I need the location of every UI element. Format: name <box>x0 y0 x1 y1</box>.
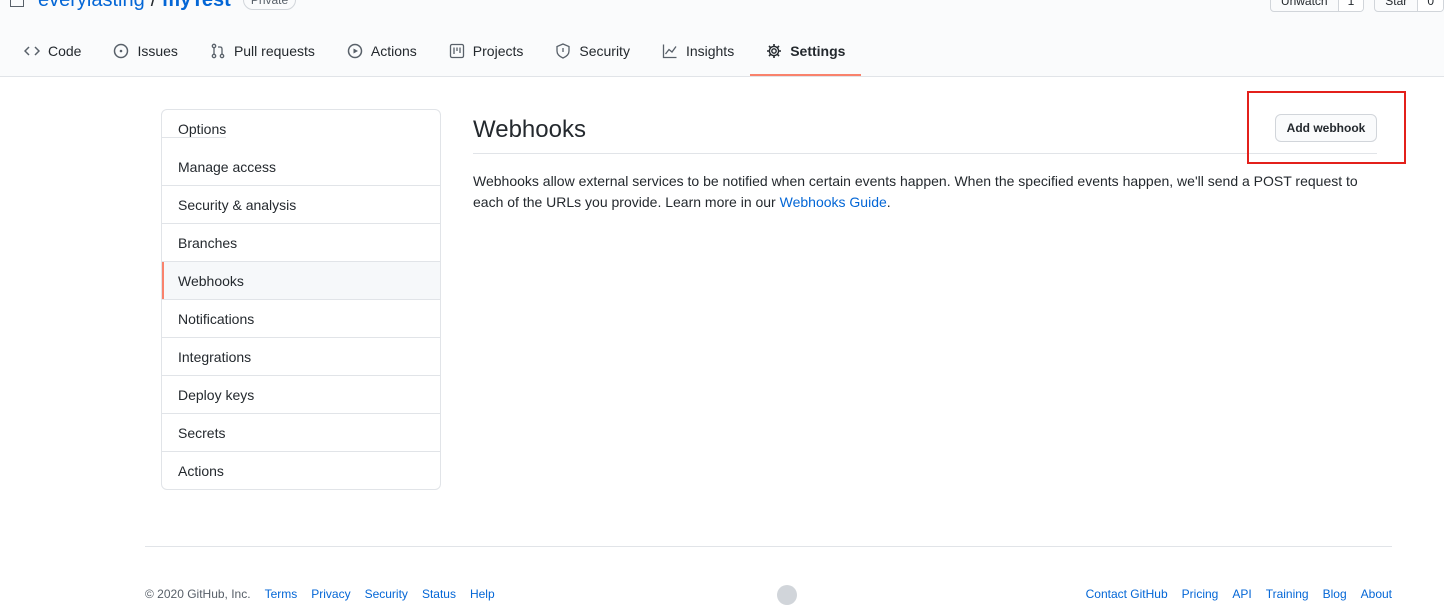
code-icon <box>24 46 40 56</box>
tab-insights[interactable]: Insights <box>646 28 750 76</box>
pull-request-icon <box>211 43 225 59</box>
footer-left-links: © 2020 GitHub, Inc. Terms Privacy Securi… <box>145 587 495 601</box>
tab-label: Projects <box>472 43 524 59</box>
tab-code[interactable]: Code <box>0 28 97 76</box>
repo-owner-link[interactable]: everylasting <box>38 0 145 12</box>
footer-link-blog[interactable]: Blog <box>1323 587 1347 601</box>
repo-name-link[interactable]: myTest <box>162 0 231 12</box>
site-footer: © 2020 GitHub, Inc. Terms Privacy Securi… <box>145 585 1392 605</box>
footer-right-links: Contact GitHub Pricing API Training Blog… <box>1086 587 1392 601</box>
tab-label: Security <box>579 43 630 59</box>
footer-link-training[interactable]: Training <box>1266 587 1309 601</box>
play-icon <box>347 43 363 59</box>
tab-issues[interactable]: Issues <box>97 28 193 76</box>
repo-lock-icon <box>10 0 24 7</box>
sidebar-item-webhooks[interactable]: Webhooks <box>162 262 440 300</box>
tab-label: Issues <box>137 43 178 59</box>
webhooks-description: Webhooks allow external services to be n… <box>473 171 1373 213</box>
sidebar-item-branches[interactable]: Branches <box>162 224 440 262</box>
description-text: Webhooks allow external services to be n… <box>473 173 1358 210</box>
repo-separator: / <box>151 0 157 12</box>
watch-count[interactable]: 1 <box>1337 0 1364 11</box>
footer-link-contact[interactable]: Contact GitHub <box>1086 587 1168 601</box>
footer-link-about[interactable]: About <box>1361 587 1392 601</box>
tab-pull-requests[interactable]: Pull requests <box>194 28 331 76</box>
footer-link-api[interactable]: API <box>1232 587 1251 601</box>
tab-label: Actions <box>370 43 417 59</box>
issue-icon <box>114 43 129 59</box>
sidebar-item-deploy-keys[interactable]: Deploy keys <box>162 376 440 414</box>
watch-button-group: Unwatch 1 <box>1269 0 1365 12</box>
repo-header: everylasting / myTest Private Unwatch 1 … <box>0 0 1444 77</box>
annotation-highlight-box <box>1247 91 1406 164</box>
graph-icon <box>662 44 677 59</box>
watch-button[interactable]: Unwatch <box>1271 0 1338 11</box>
star-button-group: Star 0 <box>1374 0 1444 12</box>
project-icon <box>449 43 464 59</box>
footer-link-status[interactable]: Status <box>422 587 456 601</box>
sidebar-item-notifications[interactable]: Notifications <box>162 300 440 338</box>
settings-sidebar: Options Manage access Security & analysi… <box>161 109 441 490</box>
footer-link-terms[interactable]: Terms <box>265 587 298 601</box>
tab-actions[interactable]: Actions <box>331 28 433 76</box>
footer-divider <box>145 546 1392 547</box>
footer-link-security[interactable]: Security <box>365 587 408 601</box>
repo-actions: Unwatch 1 Star 0 <box>1269 0 1444 12</box>
gear-icon <box>767 44 782 58</box>
webhooks-header: Webhooks Add webhook <box>473 110 1377 154</box>
shield-icon <box>556 43 571 59</box>
star-count[interactable]: 0 <box>1417 0 1443 11</box>
footer-link-privacy[interactable]: Privacy <box>311 587 350 601</box>
sidebar-item-options[interactable]: Options <box>162 121 227 138</box>
sidebar-item-security-analysis[interactable]: Security & analysis <box>162 186 440 224</box>
sidebar-item-secrets[interactable]: Secrets <box>162 414 440 452</box>
visibility-badge: Private <box>242 0 297 10</box>
copyright: © 2020 GitHub, Inc. <box>145 587 251 601</box>
tab-label: Code <box>48 43 82 59</box>
tab-label: Settings <box>790 43 846 59</box>
tab-label: Insights <box>685 43 735 59</box>
sidebar-item-actions[interactable]: Actions <box>162 452 440 489</box>
repo-title: everylasting / myTest Private <box>10 0 297 12</box>
page-title: Webhooks <box>473 116 586 143</box>
tab-projects[interactable]: Projects <box>433 28 540 76</box>
repo-nav-tabs: Code Issues Pull requests Actions Projec… <box>0 28 862 76</box>
sidebar-item-integrations[interactable]: Integrations <box>162 338 440 376</box>
sidebar-item-manage-access[interactable]: Manage access <box>162 148 440 186</box>
webhooks-guide-link[interactable]: Webhooks Guide <box>780 194 887 210</box>
star-button[interactable]: Star <box>1375 0 1417 11</box>
footer-link-help[interactable]: Help <box>470 587 495 601</box>
description-end: . <box>886 194 891 210</box>
footer-link-pricing[interactable]: Pricing <box>1182 587 1219 601</box>
tab-label: Pull requests <box>233 43 315 59</box>
github-logo-icon[interactable] <box>777 585 797 605</box>
tab-security[interactable]: Security <box>539 28 646 76</box>
tab-settings[interactable]: Settings <box>750 28 862 76</box>
